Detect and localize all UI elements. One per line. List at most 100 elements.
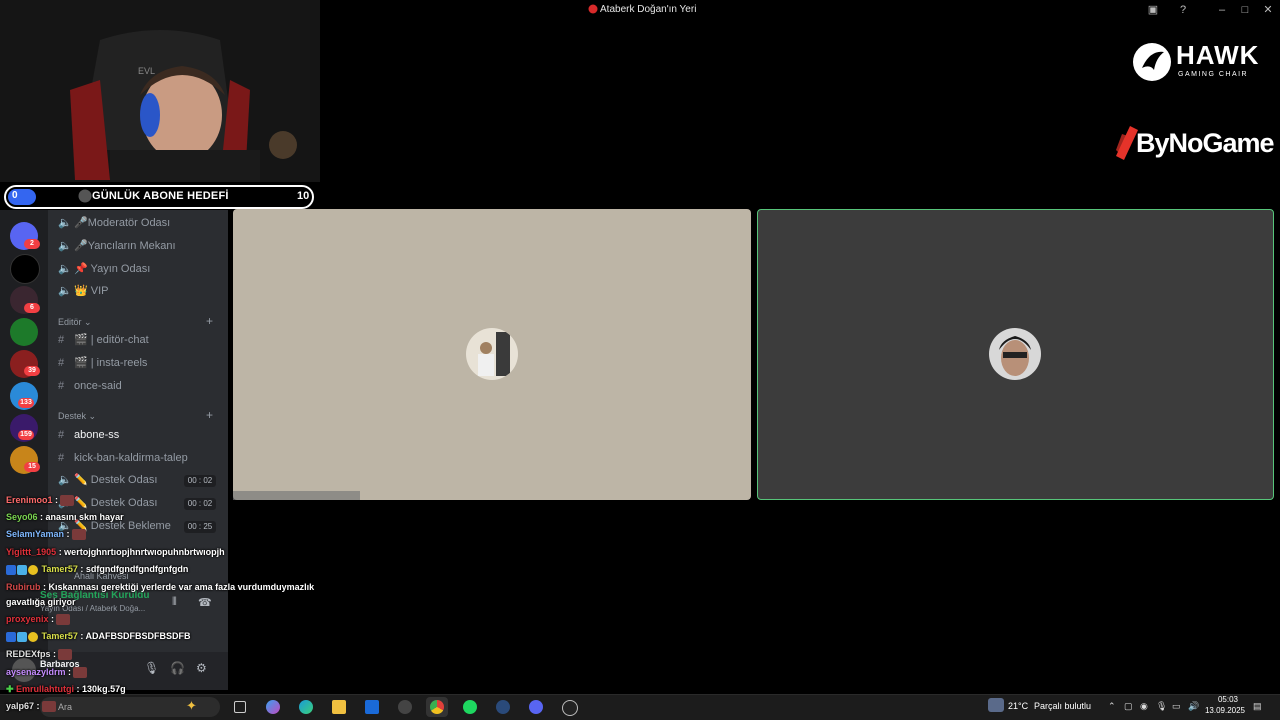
help-icon[interactable]: ? — [1175, 2, 1191, 18]
weather-description[interactable]: Parçalı bulutlu — [1034, 701, 1091, 711]
category-editor[interactable]: Editör ⌄ — [58, 317, 92, 328]
level-badge-icon — [28, 564, 38, 575]
webcam-feed: EVL — [0, 0, 320, 182]
server-icon[interactable] — [10, 254, 40, 284]
goal-label: GÜNLÜK ABONE HEDEFİ — [92, 190, 229, 202]
steam-button[interactable] — [492, 697, 514, 717]
bynogame-logo: ByNoGame — [1114, 126, 1280, 162]
participant-avatar — [466, 328, 518, 380]
weather-icon[interactable] — [988, 698, 1004, 712]
category-support[interactable]: Destek ⌄ — [58, 411, 96, 422]
goal-target-value: 10 — [297, 190, 310, 202]
tray-app-icon[interactable]: ◉ — [1140, 701, 1148, 712]
copilot-icon — [266, 700, 280, 714]
app-logo-icon — [588, 4, 598, 14]
chat-message: yalp67 : — [6, 701, 56, 713]
window-titlebar — [320, 0, 1280, 22]
channel-timer: 00 : 25 — [184, 521, 216, 533]
chat-message: Tamer57 : sdfgndfgndfgndfgnfgdn — [6, 564, 188, 575]
task-view-icon — [234, 701, 246, 713]
spotify-button[interactable] — [459, 697, 481, 717]
tray-app-icon[interactable]: ▢ — [1124, 701, 1133, 712]
voice-channel[interactable]: 🔈 👑 VIP — [58, 281, 108, 301]
xbox-button[interactable] — [394, 697, 416, 717]
copilot-sparkle-icon[interactable]: ✦ — [186, 698, 197, 714]
disconnect-icon[interactable]: ☎ — [198, 596, 212, 609]
chrome-button[interactable] — [426, 697, 448, 717]
weather-temperature[interactable]: 21°C — [1008, 701, 1028, 711]
steam-icon — [496, 700, 510, 714]
notification-icon[interactable]: ▤ — [1253, 701, 1262, 712]
copilot-button[interactable] — [262, 697, 284, 717]
hash-icon: # — [58, 380, 65, 392]
level-badge-icon — [28, 631, 38, 642]
text-channel[interactable]: # 🎬 | insta-reels — [58, 353, 147, 373]
subscriber-goal-bar: 0 GÜNLÜK ABONE HEDEFİ 10 — [4, 185, 314, 209]
goal-start-value: 0 — [12, 190, 18, 201]
goal-emblem-icon — [78, 189, 92, 203]
minimize-button[interactable]: – — [1214, 2, 1230, 18]
emote-icon — [41, 701, 56, 713]
chrome-icon — [430, 700, 444, 714]
add-channel-icon[interactable]: + — [206, 408, 213, 422]
text-channel[interactable]: # kick-ban-kaldirma-talep — [58, 448, 188, 468]
tile-scrollbar[interactable] — [233, 491, 360, 500]
emote-icon — [73, 667, 88, 679]
subscriber-badge-icon — [6, 631, 16, 642]
gift-badge-icon — [17, 631, 27, 642]
clock-date[interactable]: 13.09.2025 — [1200, 706, 1250, 715]
video-tile-speaking[interactable] — [757, 209, 1274, 500]
window-title: Ataberk Doğan'ın Yeri — [600, 4, 697, 15]
voice-channel[interactable]: 🔈✏️ Destek Odası — [58, 470, 157, 490]
discord-button[interactable] — [525, 697, 547, 717]
speaker-icon: 🔈 — [58, 474, 72, 486]
server-badge: 159 — [18, 430, 34, 440]
voice-channel[interactable]: 🔈 🎤Yancıların Mekanı — [58, 236, 176, 256]
hawk-emblem-icon — [1133, 43, 1171, 81]
headphones-icon[interactable]: 🎧 — [170, 661, 185, 675]
server-badge: 39 — [24, 366, 40, 376]
outlook-button[interactable] — [361, 697, 383, 717]
task-view-button[interactable] — [229, 697, 251, 717]
maximize-button[interactable]: □ — [1237, 2, 1253, 18]
gear-icon[interactable]: ⚙ — [196, 661, 207, 675]
video-tile[interactable] — [233, 209, 751, 500]
speaker-icon: 🔈 — [58, 263, 72, 275]
chat-message: aysenazyldrm : — [6, 667, 88, 679]
chat-message: Rubirub : Kıskanması gerektiği yerlerde … — [6, 582, 315, 592]
server-icon[interactable] — [10, 318, 38, 346]
noise-suppression-icon[interactable]: ⦀ — [172, 596, 177, 609]
chevron-down-icon: ⌄ — [88, 411, 97, 421]
channel-timer: 00 : 02 — [184, 475, 216, 487]
microphone-icon[interactable]: 🎙 — [144, 661, 159, 675]
hash-icon: # — [58, 334, 65, 346]
emote-icon — [58, 649, 73, 661]
chat-message: SelamıYaman : — [6, 529, 86, 541]
gift-badge-icon — [17, 564, 27, 575]
subscriber-badge-icon — [6, 564, 16, 575]
chat-message: Erenimoo1 : — [6, 495, 75, 507]
screen-share-icon[interactable]: ▣ — [1145, 2, 1161, 18]
close-button[interactable]: ✕ — [1260, 2, 1276, 18]
add-channel-icon[interactable]: + — [206, 314, 213, 328]
voice-channel[interactable]: 🔈 📌 Yayın Odası — [58, 259, 150, 279]
chevron-up-icon[interactable]: ⌃ — [1108, 701, 1116, 712]
voice-channel[interactable]: 🔈 🎤Moderatör Odası — [58, 213, 170, 233]
network-icon[interactable]: ▭ — [1172, 701, 1181, 712]
file-explorer-button[interactable] — [328, 697, 350, 717]
obs-button[interactable] — [558, 697, 580, 717]
chat-message: REDEXfps : — [6, 649, 73, 661]
volume-icon[interactable]: 🔊 — [1188, 701, 1199, 712]
text-channel-active[interactable]: # abone-ss — [58, 425, 119, 445]
clock-time[interactable]: 05:03 — [1210, 695, 1246, 704]
chat-message: Tamer57 : ADAFBSDFBSDFBSDFB — [6, 631, 191, 642]
chat-message: Yigittt_1905 : wertojghnrtıopjhnrtwıopuh… — [6, 547, 225, 557]
server-badge: 15 — [24, 462, 40, 472]
text-channel[interactable]: # 🎬 | editör-chat — [58, 330, 149, 350]
server-badge: 6 — [24, 303, 40, 313]
edge-button[interactable] — [295, 697, 317, 717]
text-channel[interactable]: # once-said — [58, 376, 122, 396]
emote-icon — [71, 529, 86, 541]
microphone-icon[interactable]: 🎙 — [1156, 701, 1167, 712]
hawk-wordmark: HAWK — [1176, 40, 1260, 70]
